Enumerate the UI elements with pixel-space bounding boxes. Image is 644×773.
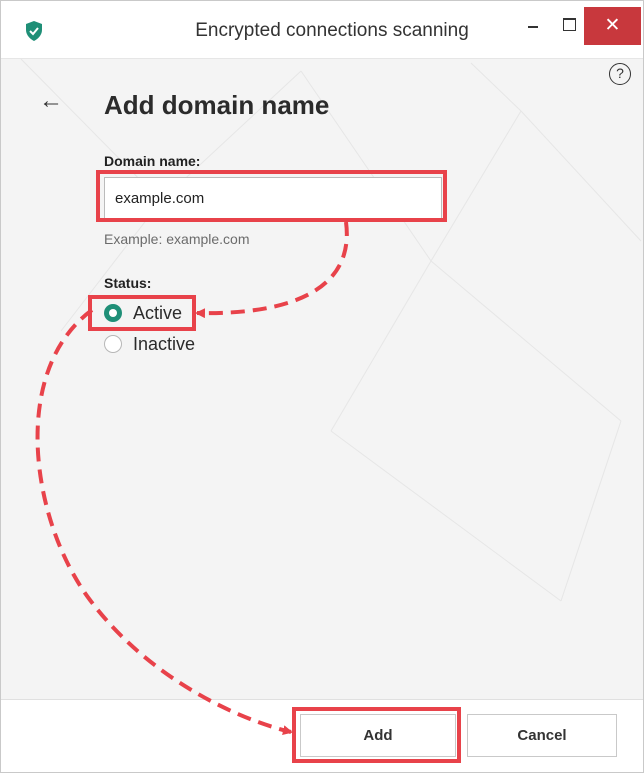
maximize-button[interactable] — [557, 13, 579, 35]
domain-name-label: Domain name: — [104, 153, 201, 169]
domain-name-hint: Example: example.com — [104, 231, 250, 247]
help-icon[interactable]: ? — [609, 63, 631, 85]
close-button[interactable]: ✕ — [584, 7, 641, 45]
add-button[interactable]: Add — [300, 714, 456, 757]
title-bar: Encrypted connections scanning ✕ — [1, 1, 643, 59]
status-active-option[interactable]: Active — [104, 301, 182, 325]
app-window: Encrypted connections scanning ✕ ? ← Add… — [0, 0, 644, 773]
page-title: Add domain name — [104, 90, 330, 120]
back-arrow-icon[interactable]: ← — [39, 87, 67, 115]
cancel-button[interactable]: Cancel — [467, 714, 617, 757]
radio-selected-icon[interactable] — [104, 304, 122, 322]
radio-unselected-icon[interactable] — [104, 335, 122, 353]
minimize-button[interactable] — [522, 15, 544, 37]
status-label: Status: — [104, 275, 152, 291]
window-title: Encrypted connections scanning — [195, 20, 469, 41]
status-active-label: Active — [133, 302, 183, 323]
status-inactive-option[interactable]: Inactive — [104, 332, 195, 356]
status-inactive-label: Inactive — [133, 333, 196, 354]
domain-name-input[interactable] — [104, 177, 442, 219]
